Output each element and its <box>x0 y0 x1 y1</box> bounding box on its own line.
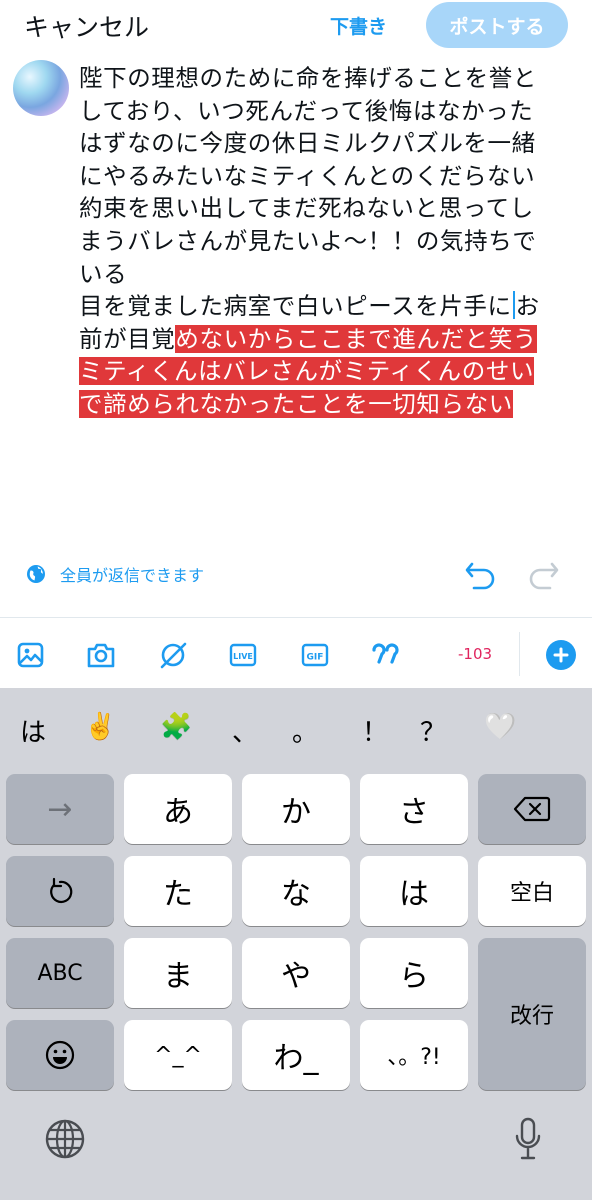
suggestion-item[interactable]: は <box>20 712 46 749</box>
reply-setting[interactable]: 全員が返信できます <box>26 562 204 586</box>
tweet-text-line: しており、いつ死んだって後悔はなかった <box>79 95 569 128</box>
tweet-text-segment: にやるみたいなミティくんとのくだらない <box>79 161 536 190</box>
tweet-text-line: 前が目覚めないからここまで進んだと笑う <box>79 323 569 356</box>
tweet-text-line: はずなのに今度の休日ミルクパズルを一緒 <box>79 127 569 160</box>
keyboard: は ✌️ 🧩 、 。 ！ ？ 🤍 → あ か さ た な は 空白 ABC ま … <box>0 688 592 1200</box>
key-dakuten[interactable]: ^_^ <box>124 1020 232 1090</box>
globe-icon[interactable] <box>44 1118 86 1160</box>
microphone-icon[interactable] <box>512 1116 544 1162</box>
tweet-text-line: 陛下の理想のために命を捧げることを誉と <box>79 62 569 95</box>
avatar[interactable] <box>13 60 69 116</box>
plus-icon <box>553 647 569 663</box>
globe-icon <box>27 565 45 583</box>
suggestion-item[interactable]: ？ <box>420 712 446 749</box>
key-wa[interactable]: わ_ <box>242 1020 350 1090</box>
tweet-text-segment: はずなのに今度の休日ミルクパズルを一緒 <box>79 129 536 158</box>
emoji-key[interactable] <box>6 1020 114 1090</box>
undo-icon[interactable] <box>464 560 498 590</box>
reply-setting-label: 全員が返信できます <box>60 566 205 585</box>
text-cursor <box>512 291 515 320</box>
key-ka[interactable]: か <box>242 774 350 844</box>
divider <box>0 617 592 618</box>
backspace-icon <box>513 796 551 822</box>
tweet-text-segment: まうバレさんが見たいよ〜！！の気持ちで <box>79 226 537 255</box>
space-key[interactable]: 空白 <box>478 856 586 926</box>
drafts-button[interactable]: 下書き <box>330 12 387 39</box>
tweet-text-line: いる <box>79 258 569 291</box>
tweet-text-line: 目を覚ました病室で白いピースを片手にお <box>79 290 569 323</box>
over-limit-text: ミティくんはバレさんがミティくんのせい <box>79 357 535 386</box>
arrow-key[interactable]: → <box>6 774 114 844</box>
gif-icon[interactable]: GIF <box>300 640 330 670</box>
suggestion-bar: は ✌️ 🧩 、 。 ！ ？ 🤍 <box>0 688 592 770</box>
tweet-text-segment: 約束を思い出してまだ死ねないと思ってし <box>79 194 534 223</box>
return-key[interactable]: 改行 <box>478 938 586 1090</box>
key-ta[interactable]: た <box>124 856 232 926</box>
redo-icon[interactable] <box>526 560 560 590</box>
suggestion-item[interactable]: 。 <box>292 712 318 749</box>
suggestion-item[interactable]: ✌️ <box>84 712 116 742</box>
image-icon[interactable] <box>16 640 46 670</box>
emoji-icon <box>45 1040 75 1070</box>
rotate-icon <box>50 877 73 904</box>
top-bar: キャンセル 下書き ポストする <box>0 0 592 52</box>
tweet-text-line: ミティくんはバレさんがミティくんのせい <box>79 355 569 388</box>
key-a[interactable]: あ <box>124 774 232 844</box>
tweet-text-line: まうバレさんが見たいよ〜！！の気持ちで <box>79 225 569 258</box>
tweet-text-segment: いる <box>79 259 128 288</box>
tweet-text-line: で諦められなかったことを一切知らない <box>79 388 569 421</box>
tweet-text-segment: 前が目覚 <box>79 324 176 353</box>
key-punctuation[interactable]: 、。?! <box>360 1020 468 1090</box>
grok-icon[interactable] <box>158 640 188 670</box>
svg-text:LIVE: LIVE <box>233 652 253 661</box>
tweet-text-segment: お <box>515 292 540 321</box>
over-limit-text: めないからここまで進んだと笑う <box>175 324 537 353</box>
tweet-text-segment: 目を覚ました病室で白いピースを片手に <box>79 292 512 321</box>
key-ra[interactable]: ら <box>360 938 468 1008</box>
abc-key[interactable]: ABC <box>6 938 114 1008</box>
add-thread-button[interactable] <box>546 640 576 670</box>
tweet-text-segment: しており、いつ死んだって後悔はなかった <box>79 96 534 125</box>
delete-key[interactable] <box>478 774 586 844</box>
suggestion-item[interactable]: 🤍 <box>484 712 516 742</box>
key-na[interactable]: な <box>242 856 350 926</box>
key-sa[interactable]: さ <box>360 774 468 844</box>
toolbar-divider <box>519 632 520 676</box>
key-ha[interactable]: は <box>360 856 468 926</box>
over-limit-text: で諦められなかったことを一切知らない <box>79 389 513 418</box>
live-icon[interactable]: LIVE <box>228 640 258 670</box>
svg-text:GIF: GIF <box>307 653 324 663</box>
suggestion-item[interactable]: ！ <box>362 712 388 749</box>
key-ma[interactable]: ま <box>124 938 232 1008</box>
key-ya[interactable]: や <box>242 938 350 1008</box>
tweet-text-line: 約束を思い出してまだ死ねないと思ってし <box>79 192 569 225</box>
undo-key[interactable] <box>6 856 114 926</box>
suggestion-item[interactable]: 🧩 <box>160 712 192 742</box>
post-button[interactable]: ポストする <box>426 2 568 48</box>
suggestion-item[interactable]: 、 <box>232 712 258 749</box>
quote-icon[interactable] <box>370 640 400 670</box>
cancel-button[interactable]: キャンセル <box>24 8 149 44</box>
camera-icon[interactable] <box>86 640 116 670</box>
tweet-text-segment: 陛下の理想のために命を捧げることを誉と <box>79 64 537 92</box>
tweet-text-line: にやるみたいなミティくんとのくだらない <box>79 160 569 193</box>
compose-toolbar: LIVE GIF <box>0 620 592 688</box>
character-count: -103 <box>458 645 493 663</box>
tweet-text-area[interactable]: 陛下の理想のために命を捧げることを誉と しており、いつ死んだって後悔はなかった はず… <box>79 62 569 421</box>
